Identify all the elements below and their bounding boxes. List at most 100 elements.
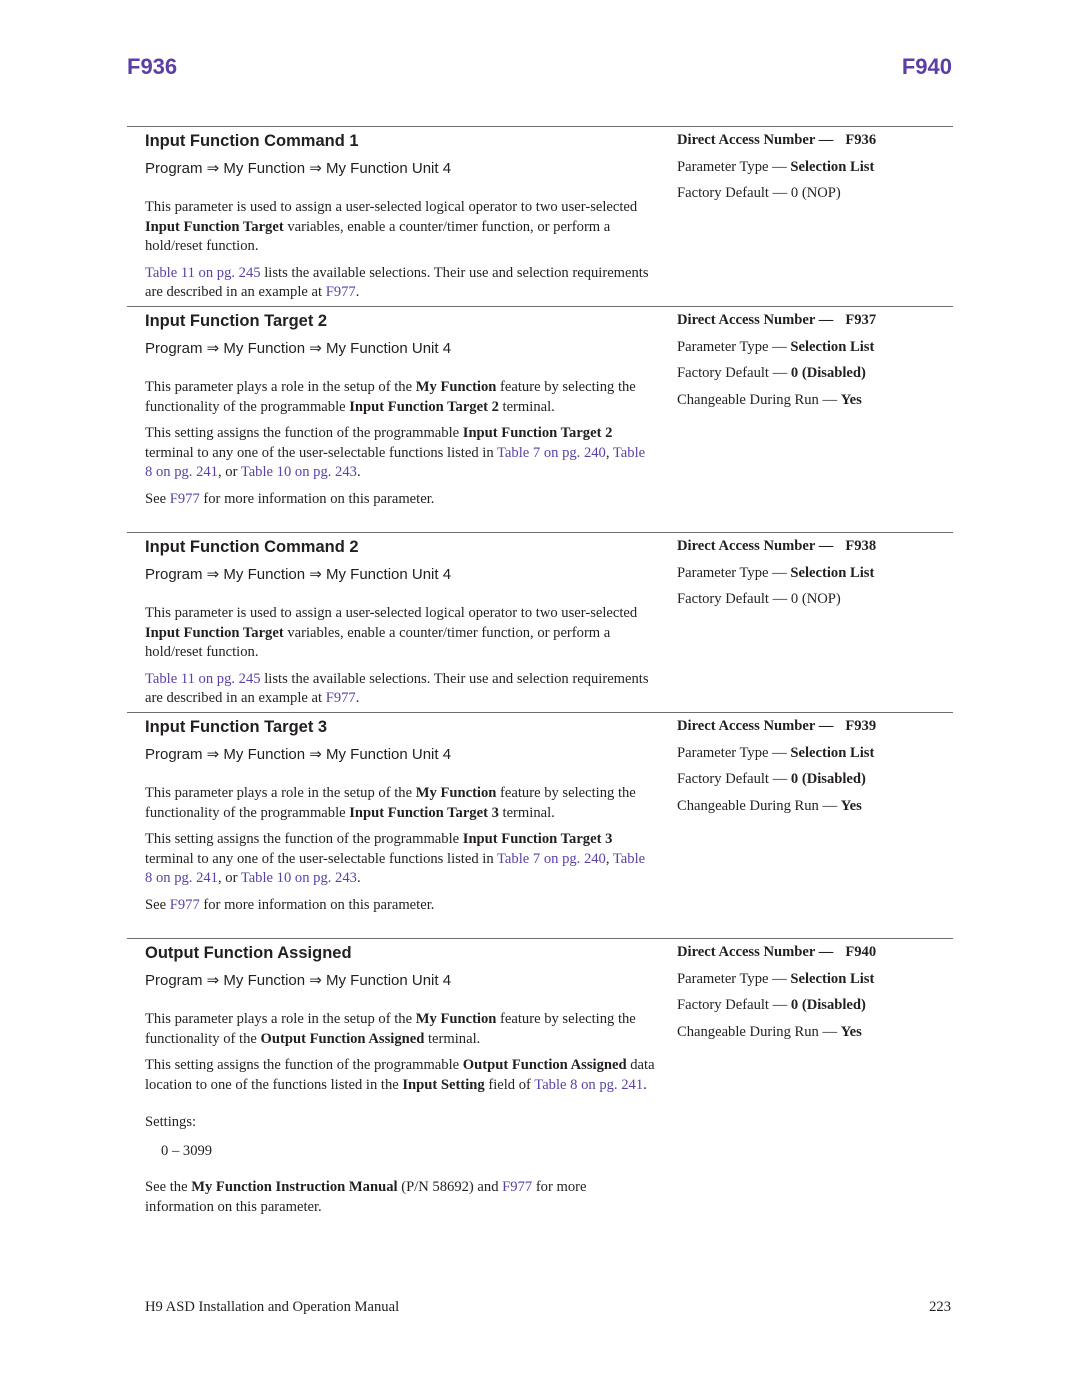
text: See the (145, 1179, 192, 1195)
parameter-section-f940: Output Function Assigned Program ⇒ My Fu… (127, 938, 953, 1249)
changeable-during-run: Changeable During Run — Yes (677, 391, 953, 410)
footer-page-number: 223 (929, 1299, 951, 1315)
parameter-link[interactable]: F977 (170, 897, 200, 913)
description-paragraph: This parameter plays a role in the setup… (145, 378, 655, 417)
value: 0 (Disabled) (790, 771, 866, 787)
value: Selection List (790, 564, 875, 581)
section-title: Input Function Target 3 (145, 718, 328, 736)
bold-term: My Function (415, 379, 497, 395)
bold-term: Output Function Assigned (462, 1057, 627, 1073)
text: , (605, 444, 613, 461)
text: for more information on this parameter. (199, 490, 435, 507)
settings-range: 0 – 3099 (161, 1142, 213, 1159)
see-also-paragraph: See F977 for more information on this pa… (145, 490, 655, 510)
label: Parameter Type — (677, 744, 791, 761)
parameter-info: Direct Access Number — F937 Parameter Typ… (677, 307, 953, 417)
text: . (356, 464, 361, 480)
parameter-link[interactable]: F977 (502, 1179, 532, 1195)
section-title: Input Function Command 1 (145, 132, 359, 150)
value: F940 (845, 944, 877, 960)
footer-manual-title: H9 ASD Installation and Operation Manual (145, 1299, 400, 1315)
label: Direct Access Number — (677, 718, 834, 734)
bold-term: My Function Instruction Manual (191, 1179, 398, 1195)
section-description: Input Function Target 3 Program ⇒ My Fun… (145, 713, 655, 922)
label: Changeable During Run — (677, 797, 841, 814)
parameter-info: Direct Access Number — F940 Parameter Typ… (677, 939, 953, 1049)
menu-path: Program ⇒ My Function ⇒ My Function Unit… (145, 340, 452, 357)
direct-access-number: Direct Access Number — F940 (677, 943, 953, 962)
setting-paragraph: This setting assigns the function of the… (145, 424, 655, 483)
parameter-info: Direct Access Number — F938 Parameter Typ… (677, 533, 953, 617)
text: terminal to any one of the user-selectab… (145, 850, 498, 867)
reference-paragraph: Table 11 on pg. 245 lists the available … (145, 264, 655, 303)
value: F938 (845, 538, 877, 554)
setting-paragraph: This setting assigns the function of the… (145, 1056, 655, 1095)
value: F939 (845, 718, 877, 734)
table-link[interactable]: Table 7 on pg. 240 (497, 445, 606, 461)
menu-path: Program ⇒ My Function ⇒ My Function Unit… (145, 160, 452, 177)
direct-access-number: Direct Access Number — F938 (677, 537, 953, 556)
description-paragraph: This parameter plays a role in the setup… (145, 784, 655, 823)
menu-path: Program ⇒ My Function ⇒ My Function Unit… (145, 746, 452, 763)
section-description: Input Function Command 2 Program ⇒ My Fu… (145, 533, 655, 716)
changeable-during-run: Changeable During Run — Yes (677, 1023, 953, 1042)
section-title: Input Function Command 2 (145, 538, 359, 556)
bold-term: My Function (415, 785, 497, 801)
bold-term: My Function (415, 1011, 497, 1027)
parameter-type: Parameter Type — Selection List (677, 970, 953, 989)
label: Parameter Type — (677, 338, 791, 355)
direct-access-number: Direct Access Number — F939 (677, 717, 953, 736)
table-link[interactable]: Table 11 on pg. 245 (145, 671, 261, 687)
bold-term: Input Function Target (145, 218, 284, 235)
section-description: Output Function Assigned Program ⇒ My Fu… (145, 939, 655, 1224)
text: See (145, 490, 170, 507)
text: This parameter is used to assign a user-… (145, 199, 638, 215)
bold-term: Input Function Target 2 (462, 425, 613, 441)
table-link[interactable]: Table 10 on pg. 243 (241, 870, 357, 886)
text: This setting assigns the function of the… (145, 425, 463, 441)
parameter-section-f936: Input Function Command 1 Program ⇒ My Fu… (127, 126, 953, 307)
table-link[interactable]: Table 11 on pg. 245 (145, 265, 261, 281)
direct-access-number: Direct Access Number — F936 (677, 131, 953, 150)
label: Changeable During Run — (677, 1023, 841, 1040)
label: Changeable During Run — (677, 391, 841, 408)
menu-path: Program ⇒ My Function ⇒ My Function Unit… (145, 972, 452, 989)
value: 0 (NOP) (790, 185, 841, 201)
text: (P/N 58692) and (397, 1179, 503, 1195)
description-paragraph: This parameter is used to assign a user-… (145, 198, 655, 257)
bold-term: Output Function Assigned (260, 1030, 425, 1047)
label: Parameter Type — (677, 564, 791, 581)
label: Parameter Type — (677, 970, 791, 987)
value: Yes (840, 797, 862, 814)
text: . (643, 1076, 647, 1093)
label: Direct Access Number — (677, 944, 834, 960)
value: Yes (840, 391, 862, 408)
parameter-type: Parameter Type — Selection List (677, 744, 953, 763)
text: terminal to any one of the user-selectab… (145, 444, 498, 461)
parameter-link[interactable]: F977 (326, 690, 356, 706)
label: Factory Default — (677, 185, 791, 201)
value: Selection List (790, 970, 875, 987)
parameter-link[interactable]: F977 (326, 284, 356, 300)
section-title: Input Function Target 2 (145, 312, 328, 330)
text: terminal. (498, 398, 555, 415)
text: This parameter plays a role in the setup… (145, 1011, 416, 1027)
parameter-section-f938: Input Function Command 2 Program ⇒ My Fu… (127, 532, 953, 713)
see-also-paragraph: See the My Function Instruction Manual (… (145, 1178, 655, 1217)
label: Factory Default — (677, 365, 791, 381)
table-link[interactable]: Table 7 on pg. 240 (497, 851, 606, 867)
see-also-paragraph: See F977 for more information on this pa… (145, 896, 655, 916)
value: Selection List (790, 158, 875, 175)
text: See (145, 896, 170, 913)
parameter-link[interactable]: F977 (170, 491, 200, 507)
parameter-info: Direct Access Number — F936 Parameter Typ… (677, 127, 953, 211)
parameter-section-f937: Input Function Target 2 Program ⇒ My Fun… (127, 306, 953, 533)
text: , (605, 850, 613, 867)
table-link[interactable]: Table 8 on pg. 241 (534, 1077, 643, 1093)
text: . (356, 870, 361, 886)
text: terminal. (424, 1030, 481, 1047)
header-left-code: F936 (127, 54, 178, 79)
table-link[interactable]: Table 10 on pg. 243 (241, 464, 357, 480)
value: 0 (NOP) (790, 591, 841, 607)
factory-default: Factory Default — 0 (NOP) (677, 184, 953, 203)
